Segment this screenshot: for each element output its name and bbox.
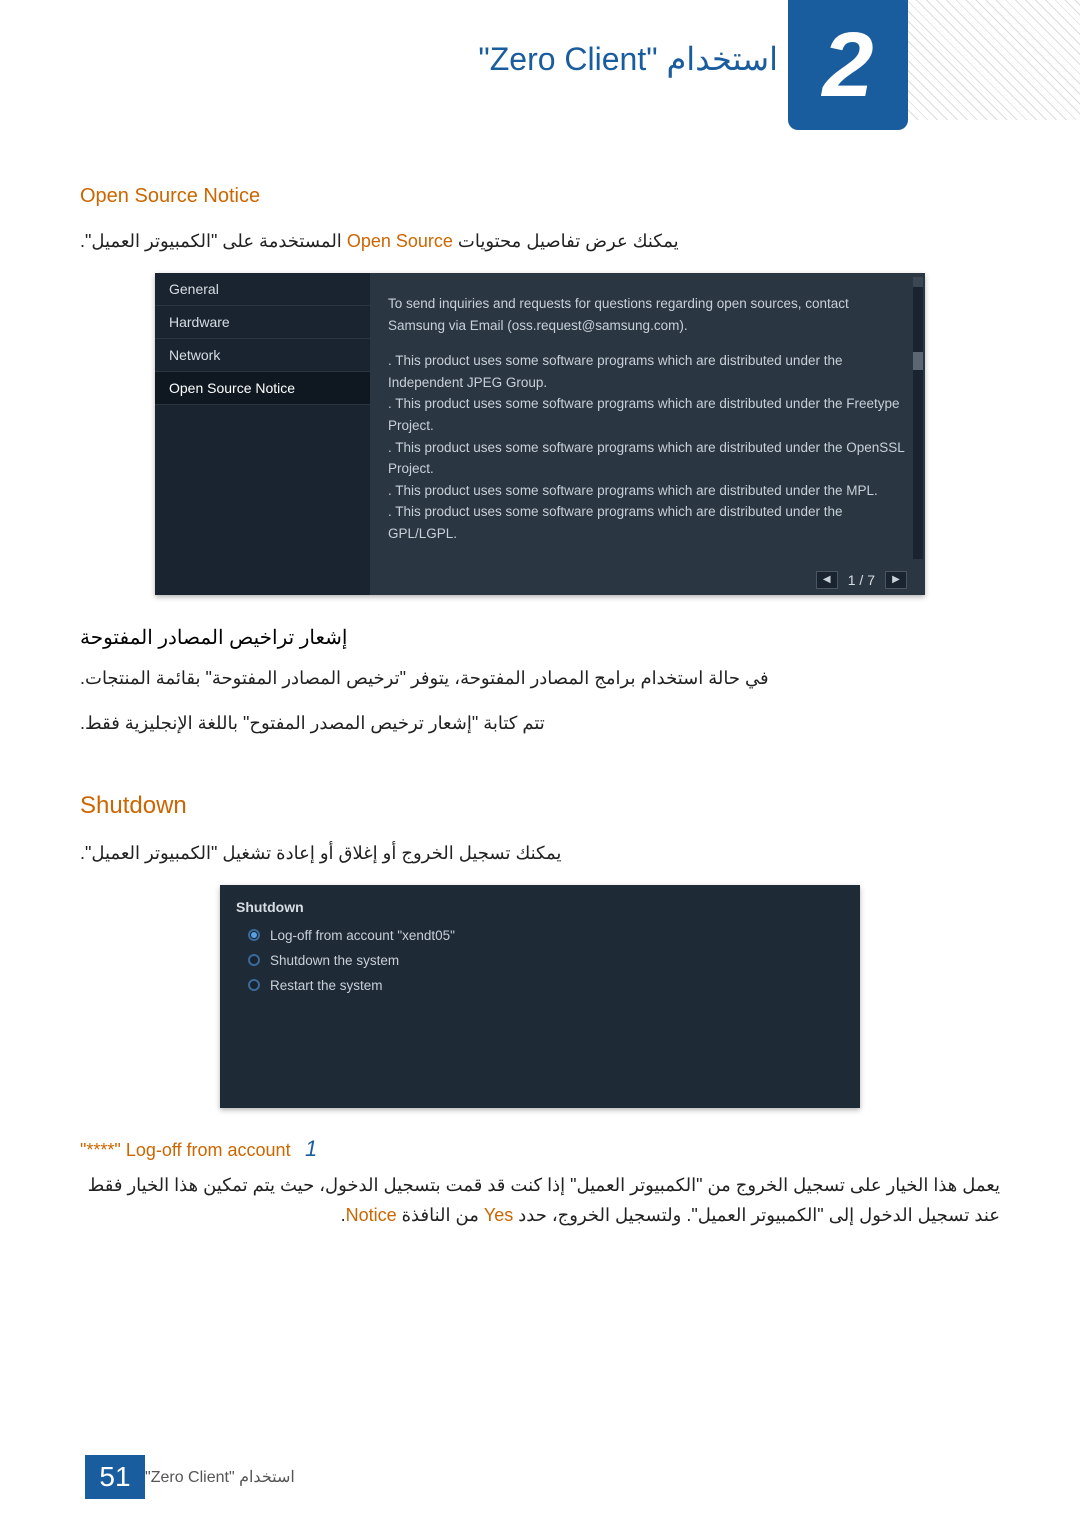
settings-content-panel: To send inquiries and requests for quest…: [370, 273, 925, 595]
shutdown-dialog-title: Shutdown: [220, 895, 860, 923]
open-source-heading: Open Source Notice: [80, 185, 1000, 208]
footer-text: استخدام "Zero Client": [145, 1467, 295, 1487]
shutdown-option-logoff[interactable]: Log-off from account "xendt05": [220, 923, 860, 948]
shutdown-intro: يمكنك تسجيل الخروج أو إغلاق أو إعادة تشغ…: [80, 840, 1000, 867]
radio-icon[interactable]: [248, 929, 260, 941]
oss-notice-line2: تتم كتابة "إشعار ترخيص المصدر المفتوح" ب…: [80, 710, 1000, 737]
radio-icon[interactable]: [248, 954, 260, 966]
pager-next-button[interactable]: ▶: [885, 571, 907, 589]
open-source-text: To send inquiries and requests for quest…: [370, 273, 925, 555]
chapter-number: 2: [822, 13, 873, 118]
shutdown-option-restart[interactable]: Restart the system: [220, 973, 860, 998]
settings-sidebar: General Hardware Network Open Source Not…: [155, 273, 370, 595]
chapter-title: استخدام "Zero Client": [478, 40, 778, 78]
pager: ◀ 1 / 7 ▶: [816, 571, 907, 589]
logoff-heading: 1 Log-off from account "****": [80, 1136, 1000, 1162]
shutdown-option-shutdown[interactable]: Shutdown the system: [220, 948, 860, 973]
sidebar-item-general[interactable]: General: [155, 273, 370, 306]
shutdown-heading: Shutdown: [80, 792, 1000, 820]
oss-notice-line1: في حالة استخدام برامج المصادر المفتوحة، …: [80, 665, 1000, 692]
scroll-thumb[interactable]: [913, 352, 923, 370]
page-indicator: 1 / 7: [848, 572, 875, 588]
shutdown-dialog-screenshot: Shutdown Log-off from account "xendt05" …: [220, 885, 860, 1108]
page-footer: استخدام "Zero Client" 51: [0, 1455, 1080, 1499]
logoff-paragraph: يعمل هذا الخيار على تسجيل الخروج من "الك…: [80, 1170, 1000, 1231]
settings-screenshot: General Hardware Network Open Source Not…: [155, 273, 925, 595]
radio-icon[interactable]: [248, 979, 260, 991]
sidebar-item-open-source-notice[interactable]: Open Source Notice: [155, 372, 370, 405]
sidebar-item-hardware[interactable]: Hardware: [155, 306, 370, 339]
scroll-up-arrow-icon[interactable]: [913, 277, 923, 287]
sidebar-item-network[interactable]: Network: [155, 339, 370, 372]
open-source-intro: يمكنك عرض تفاصيل محتويات Open Source الم…: [80, 228, 1000, 255]
chapter-tab: 2: [788, 0, 908, 130]
oss-notice-subheading: إشعار تراخيص المصادر المفتوحة: [80, 625, 1000, 650]
page-number: 51: [85, 1455, 145, 1499]
content-scrollbar[interactable]: [913, 277, 923, 559]
pager-prev-button[interactable]: ◀: [816, 571, 838, 589]
